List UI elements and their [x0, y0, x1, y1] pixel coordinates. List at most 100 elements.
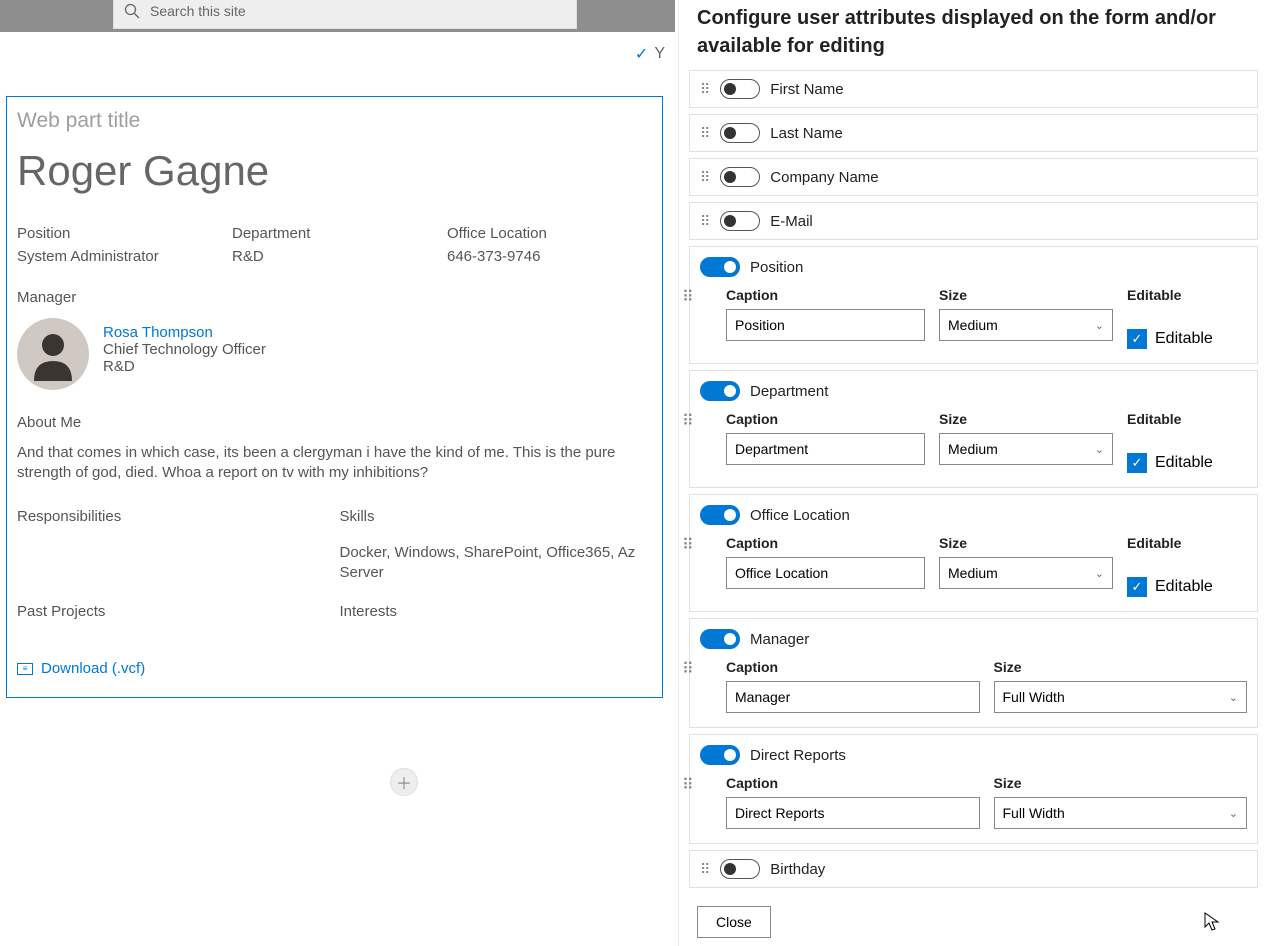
chevron-down-icon: ⌄ [1095, 319, 1104, 332]
size-label: Size [939, 535, 1113, 551]
editable-checkbox[interactable]: ✓ [1127, 577, 1147, 597]
attr-row: ⠿ Birthday [689, 850, 1258, 888]
configure-attributes-panel: Configure user attributes displayed on t… [678, 0, 1268, 946]
size-value: Medium [948, 441, 998, 457]
attr-label: Position [750, 259, 803, 276]
past-projects-label: Past Projects [17, 603, 330, 620]
toolbar-text-cut: Y [654, 45, 665, 63]
about-label: About Me [17, 414, 652, 431]
caption-input[interactable] [726, 433, 925, 465]
caption-label: Caption [726, 659, 980, 675]
search-placeholder: Search this site [150, 3, 246, 19]
add-section-button[interactable]: ＋ [390, 768, 418, 796]
editable-text: Editable [1155, 330, 1213, 348]
size-value: Medium [948, 565, 998, 581]
panel-header: Configure user attributes displayed on t… [679, 0, 1268, 70]
size-label: Size [994, 775, 1248, 791]
manager-label: Manager [17, 289, 652, 306]
size-select[interactable]: Medium ⌄ [939, 557, 1113, 589]
drag-handle-icon[interactable]: ⠿ [700, 169, 710, 186]
drag-handle-icon[interactable]: ⠿ [682, 535, 694, 555]
top-bar: Search this site [0, 0, 675, 32]
size-value: Full Width [1003, 805, 1065, 821]
office-label: Office Location [447, 225, 652, 242]
drag-handle-icon[interactable]: ⠿ [700, 213, 710, 230]
attr-row-expanded: Department ⠿ Caption Size Medium ⌄ Ed [689, 370, 1258, 488]
drag-handle-icon[interactable]: ⠿ [700, 861, 710, 878]
drag-handle-icon[interactable]: ⠿ [682, 287, 694, 307]
attr-row-expanded: Position ⠿ Caption Size Medium ⌄ Edit [689, 246, 1258, 364]
office-value: 646-373-9746 [447, 248, 652, 265]
skills-label: Skills [340, 508, 653, 525]
editable-text: Editable [1155, 578, 1213, 596]
position-value: System Administrator [17, 248, 222, 265]
attr-toggle[interactable] [700, 381, 740, 401]
size-value: Full Width [1003, 689, 1065, 705]
attr-label: Birthday [770, 861, 825, 878]
size-label: Size [939, 287, 1113, 303]
size-select[interactable]: Medium ⌄ [939, 433, 1113, 465]
caption-label: Caption [726, 411, 925, 427]
attr-toggle[interactable] [700, 257, 740, 277]
drag-handle-icon[interactable]: ⠿ [700, 125, 710, 142]
download-vcf-link[interactable]: ≡ Download (.vcf) [17, 660, 652, 677]
attr-label: Company Name [770, 169, 878, 186]
editable-text: Editable [1155, 454, 1213, 472]
attr-label: Department [750, 383, 828, 400]
attr-label: E-Mail [770, 213, 813, 230]
attr-toggle[interactable] [700, 629, 740, 649]
size-select[interactable]: Full Width ⌄ [994, 797, 1248, 829]
drag-handle-icon[interactable]: ⠿ [682, 775, 694, 795]
skills-value: Docker, Windows, SharePoint, Office365, … [340, 543, 653, 584]
attr-toggle[interactable] [720, 123, 760, 143]
manager-name-link[interactable]: Rosa Thompson [103, 324, 266, 341]
size-select[interactable]: Medium ⌄ [939, 309, 1113, 341]
drag-handle-icon[interactable]: ⠿ [700, 81, 710, 98]
search-input[interactable]: Search this site [113, 0, 577, 29]
attr-label: Direct Reports [750, 747, 846, 764]
attr-label: Last Name [770, 125, 843, 142]
editable-label: Editable [1127, 287, 1247, 303]
caption-label: Caption [726, 535, 925, 551]
attributes-list: ⠿ First Name ⠿ Last Name ⠿ Company Name … [679, 70, 1268, 900]
caption-input[interactable] [726, 681, 980, 713]
editable-checkbox[interactable]: ✓ [1127, 453, 1147, 473]
attr-toggle[interactable] [720, 79, 760, 99]
caption-input[interactable] [726, 557, 925, 589]
attr-label: Manager [750, 631, 809, 648]
size-select[interactable]: Full Width ⌄ [994, 681, 1248, 713]
attr-toggle[interactable] [720, 859, 760, 879]
responsibilities-label: Responsibilities [17, 508, 330, 525]
editable-label: Editable [1127, 535, 1247, 551]
attr-row: ⠿ E-Mail [689, 202, 1258, 240]
interests-label: Interests [340, 603, 653, 620]
attr-toggle[interactable] [700, 745, 740, 765]
attr-row: ⠿ First Name [689, 70, 1258, 108]
about-text: And that comes in which case, its been a… [17, 443, 652, 484]
editable-label: Editable [1127, 411, 1247, 427]
attr-row: ⠿ Company Name [689, 158, 1258, 196]
caption-label: Caption [726, 287, 925, 303]
editable-checkbox[interactable]: ✓ [1127, 329, 1147, 349]
chevron-down-icon: ⌄ [1095, 567, 1104, 580]
attr-toggle[interactable] [720, 211, 760, 231]
position-label: Position [17, 225, 222, 242]
manager-title: Chief Technology Officer [103, 341, 266, 358]
attr-row-expanded: Office Location ⠿ Caption Size Medium ⌄ [689, 494, 1258, 612]
size-label: Size [994, 659, 1248, 675]
drag-handle-icon[interactable]: ⠿ [682, 659, 694, 679]
attr-toggle[interactable] [720, 167, 760, 187]
check-icon: ✓ [635, 44, 648, 64]
manager-dept: R&D [103, 358, 266, 375]
caption-input[interactable] [726, 797, 980, 829]
size-value: Medium [948, 317, 998, 333]
attr-row: ⠿ Last Name [689, 114, 1258, 152]
manager-avatar [17, 318, 89, 390]
close-button[interactable]: Close [697, 906, 771, 938]
attr-toggle[interactable] [700, 505, 740, 525]
caption-input[interactable] [726, 309, 925, 341]
user-name: Roger Gagne [17, 147, 652, 195]
department-value: R&D [232, 248, 437, 265]
drag-handle-icon[interactable]: ⠿ [682, 411, 694, 431]
webpart-title-placeholder[interactable]: Web part title [17, 109, 652, 133]
